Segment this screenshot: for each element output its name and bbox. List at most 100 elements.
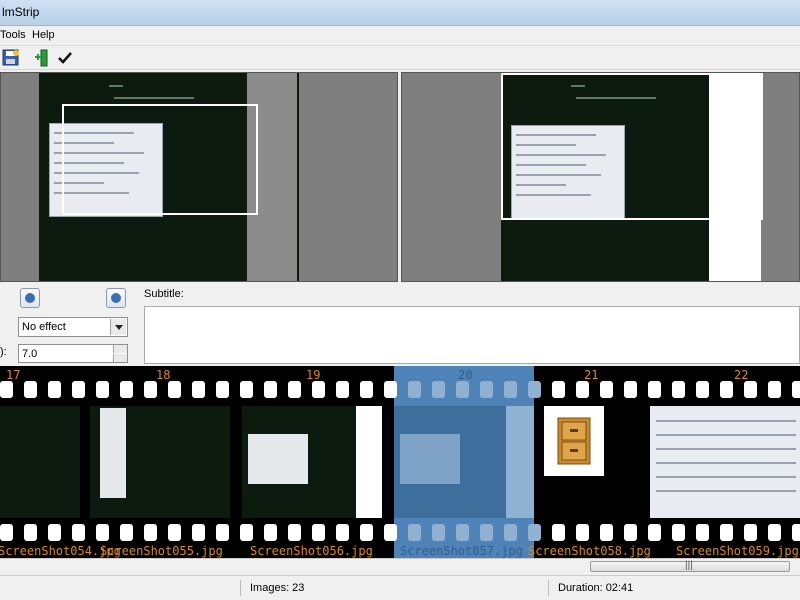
sprocket-hole xyxy=(432,524,445,541)
sprocket-hole xyxy=(24,524,37,541)
sprocket-hole xyxy=(48,524,61,541)
sprocket-hole xyxy=(48,381,61,398)
sprocket-hole xyxy=(360,381,373,398)
sprocket-hole xyxy=(264,381,277,398)
sprocket-hole xyxy=(240,524,253,541)
sprocket-hole xyxy=(264,524,277,541)
sprocket-hole xyxy=(480,381,493,398)
film-frame[interactable]: 18 ScreenShot055.jpg xyxy=(90,366,230,558)
subtitle-label: Subtitle: xyxy=(144,288,184,300)
sprocket-hole xyxy=(552,381,565,398)
end-crop-frame[interactable] xyxy=(501,73,763,220)
sprocket-hole xyxy=(240,381,253,398)
checkmark-icon[interactable] xyxy=(56,49,74,67)
sprocket-hole xyxy=(288,524,301,541)
sprocket-hole xyxy=(144,381,157,398)
sprocket-hole xyxy=(792,524,800,541)
sprocket-hole xyxy=(288,381,301,398)
sprocket-hole xyxy=(672,524,685,541)
sprocket-hole xyxy=(648,524,661,541)
stepper-down-button[interactable] xyxy=(113,354,127,362)
sprocket-hole xyxy=(24,381,37,398)
sprocket-hole xyxy=(216,381,229,398)
sprocket-hole xyxy=(504,381,517,398)
sprocket-hole xyxy=(648,381,661,398)
sprocket-hole xyxy=(312,381,325,398)
total-duration: Duration: 02:41 xyxy=(558,582,634,594)
sprocket-hole xyxy=(96,381,109,398)
sprocket-hole xyxy=(768,381,781,398)
sprocket-hole xyxy=(576,524,589,541)
frame-number: 19 xyxy=(306,368,321,382)
sprocket-hole xyxy=(0,381,13,398)
sprocket-hole xyxy=(792,381,800,398)
images-count: Images: 23 xyxy=(250,582,305,594)
sprocket-hole xyxy=(456,524,469,541)
sprocket-hole xyxy=(600,524,613,541)
sprocket-hole xyxy=(408,524,421,541)
menu-tools[interactable]: Tools xyxy=(0,29,26,41)
film-frame[interactable]: 22 ScreenShot059.jpg xyxy=(646,366,800,558)
frame-number: 22 xyxy=(734,368,749,382)
effect-value: No effect xyxy=(22,321,66,333)
menu-help[interactable]: Help xyxy=(32,29,55,41)
sprocket-hole xyxy=(216,524,229,541)
subtitle-input[interactable] xyxy=(144,306,800,364)
duration-stepper[interactable]: 7.0 xyxy=(18,344,128,363)
sprocket-hole xyxy=(744,524,757,541)
sprocket-hole xyxy=(144,524,157,541)
status-bar: Images: 23 Duration: 02:41 xyxy=(0,575,800,600)
sprocket-hole xyxy=(120,524,133,541)
sprocket-hole xyxy=(72,524,85,541)
sprocket-hole xyxy=(312,524,325,541)
sprocket-hole xyxy=(96,524,109,541)
sprocket-hole xyxy=(720,524,733,541)
sprocket-hole xyxy=(384,381,397,398)
frame-number: 21 xyxy=(584,368,599,382)
save-icon[interactable] xyxy=(2,49,20,67)
sprocket-hole xyxy=(168,524,181,541)
duration-label: ): xyxy=(0,346,7,358)
frame-number: 17 xyxy=(6,368,21,382)
sprocket-hole xyxy=(0,524,13,541)
sprocket-hole xyxy=(576,381,589,398)
sprocket-hole xyxy=(696,381,709,398)
sprocket-hole xyxy=(624,524,637,541)
sprocket-hole xyxy=(360,524,373,541)
sprocket-hole xyxy=(552,524,565,541)
sprocket-hole xyxy=(336,381,349,398)
start-crop-frame[interactable] xyxy=(62,104,258,215)
end-preview[interactable] xyxy=(401,72,800,282)
chevron-down-icon[interactable] xyxy=(110,319,126,335)
sprocket-hole xyxy=(120,381,133,398)
sprocket-hole xyxy=(528,381,541,398)
sprocket-hole xyxy=(192,381,205,398)
window-title: lmStrip xyxy=(2,5,40,19)
sprocket-hole xyxy=(528,524,541,541)
rotate-right-button[interactable] xyxy=(106,288,126,308)
sprocket-hole xyxy=(504,524,517,541)
filmstrip[interactable]: 17 ScreenShot054.jpg 18 ScreenShot055.jp… xyxy=(0,366,800,558)
title-bar: lmStrip xyxy=(0,0,800,26)
frame-number: 20 xyxy=(458,368,473,382)
scrollbar-thumb[interactable]: ||| xyxy=(590,560,790,572)
frame-number: 18 xyxy=(156,368,171,382)
stepper-up-button[interactable] xyxy=(113,345,127,353)
rotate-left-button[interactable] xyxy=(20,288,40,308)
sprocket-hole xyxy=(456,381,469,398)
sprocket-hole xyxy=(768,524,781,541)
effect-select[interactable]: No effect xyxy=(18,317,128,337)
frame-filename: ScreenShot055.jpg xyxy=(100,544,223,558)
add-frame-icon[interactable] xyxy=(34,49,52,67)
sprocket-hole xyxy=(336,524,349,541)
sprocket-hole xyxy=(696,524,709,541)
filmstrip-scrollbar[interactable]: ||| xyxy=(0,558,800,574)
frame-filename: ScreenShot056.jpg xyxy=(250,544,373,558)
start-preview[interactable] xyxy=(0,72,398,282)
menu-bar: Tools Help xyxy=(0,26,800,46)
frame-filename: ScreenShot058.jpg xyxy=(528,544,651,558)
scrollbar-grip: ||| xyxy=(685,560,693,571)
sprocket-hole xyxy=(720,381,733,398)
sprocket-hole xyxy=(384,524,397,541)
sprocket-hole xyxy=(408,381,421,398)
